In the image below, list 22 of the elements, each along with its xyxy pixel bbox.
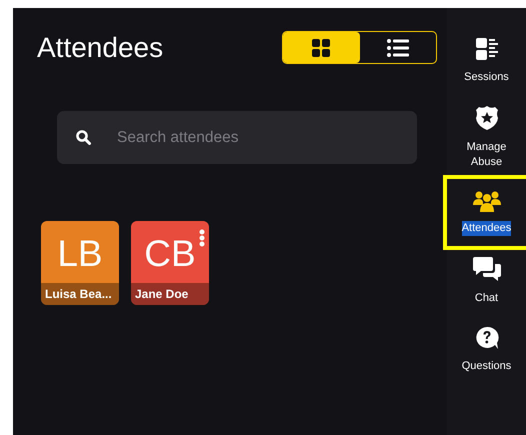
page-title: Attendees xyxy=(37,31,164,65)
attendee-name: Luisa Bea... xyxy=(41,283,119,305)
sidebar-item[interactable]: Questions xyxy=(447,326,526,374)
grid-view-button[interactable] xyxy=(283,32,360,63)
attendee-initials: CB xyxy=(144,232,196,276)
attendee-tile[interactable]: CB Jane Doe xyxy=(131,221,209,305)
attendee-name: Jane Doe xyxy=(131,283,209,305)
list-icon xyxy=(386,38,409,56)
more-icon[interactable] xyxy=(199,229,205,247)
attendee-tile[interactable]: LB Luisa Bea... xyxy=(41,221,119,305)
search-icon xyxy=(76,130,91,145)
sessions-icon xyxy=(474,37,498,61)
grid-icon xyxy=(312,38,330,56)
question-icon xyxy=(474,326,498,350)
shield-star-icon xyxy=(474,105,498,131)
sidebar-item[interactable]: Chat xyxy=(447,256,526,306)
chat-icon xyxy=(472,256,500,282)
attendee-initials: LB xyxy=(56,232,104,276)
people-icon xyxy=(472,190,500,212)
sidebar-item[interactable]: Manage Abuse xyxy=(447,105,526,170)
search-field[interactable]: Search attendees xyxy=(57,111,417,164)
sidebar-item[interactable]: Sessions xyxy=(447,37,526,85)
